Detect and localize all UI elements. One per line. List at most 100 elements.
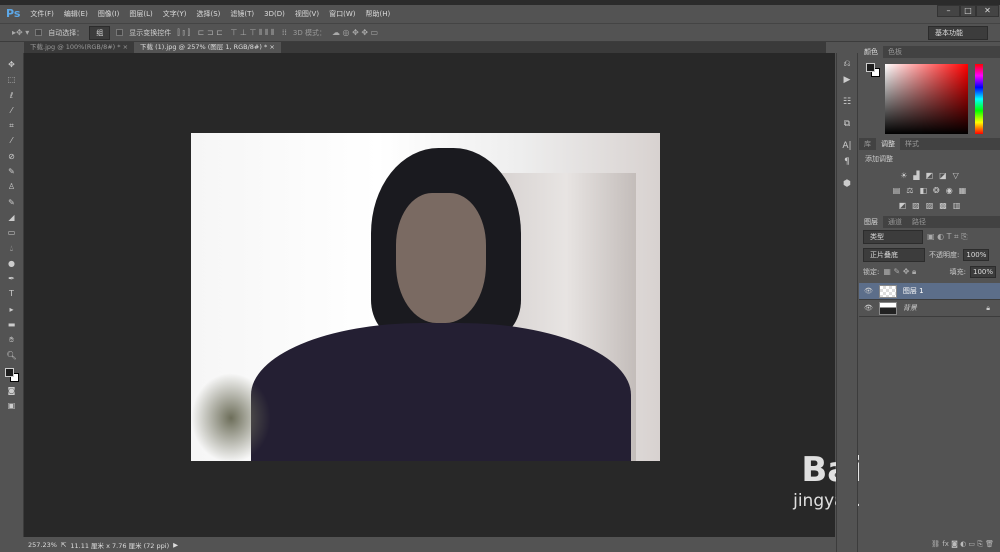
- foreground-swatch[interactable]: [866, 63, 875, 72]
- properties-icon[interactable]: ☷: [843, 97, 851, 113]
- face: [396, 193, 486, 323]
- menu-3d[interactable]: 3D(D): [264, 10, 285, 18]
- layer-row-background[interactable]: 👁︎ 背景 🔒︎: [859, 300, 1000, 317]
- hand-tool-icon[interactable]: ✋︎: [9, 332, 14, 347]
- auto-select-checkbox[interactable]: [35, 29, 43, 36]
- tree: [191, 373, 271, 461]
- type-tool-icon[interactable]: T: [9, 286, 14, 301]
- minimize-button[interactable]: –: [937, 5, 960, 17]
- actions-play-icon[interactable]: ▶: [844, 75, 851, 91]
- layer-row-layer1[interactable]: 👁︎ 图层 1: [859, 283, 1000, 300]
- 3d-cube-icon[interactable]: ⬢: [843, 179, 851, 195]
- history-brush-tool-icon[interactable]: ✎: [8, 195, 15, 210]
- align-icons[interactable]: ⫿ ⫾ ⫿ ⊏ ⊐ ⊏ ⊤ ⊥ ⊤ ⫴ ⫴ ⫴ ⁞⁞: [177, 28, 287, 38]
- menu-select[interactable]: 选择(S): [196, 9, 220, 19]
- fill-input[interactable]: 100%: [969, 266, 996, 278]
- status-bar: 257.23% ⇱ 11.11 厘米 x 7.76 厘米 (72 ppi) ▶: [24, 537, 835, 552]
- layer-filter-dropdown[interactable]: 类型: [863, 230, 923, 244]
- visibility-eye-icon[interactable]: 👁︎: [864, 287, 873, 295]
- layers-footer-icons[interactable]: ⛓ fx ◙ ◐ ▭ ⎘ 🗑︎: [859, 540, 1000, 552]
- menu-window[interactable]: 窗口(W): [329, 9, 355, 19]
- layer-filter-row: 类型 ▣ ◐ T ⌗ ⎘: [859, 228, 1000, 246]
- doc-size: 11.11 厘米 x 7.76 厘米 (72 ppi): [70, 541, 170, 550]
- tab-styles[interactable]: 样式: [900, 138, 924, 150]
- collapsed-panel-strip: ⎌ ▶ ☷ ⧉ A| ¶ ⬢: [836, 53, 858, 552]
- fill-label: 填充:: [949, 268, 966, 276]
- menu-image[interactable]: 图像(I): [98, 9, 120, 19]
- zoom-level[interactable]: 257.23%: [28, 541, 57, 549]
- character-icon[interactable]: A|: [842, 141, 851, 157]
- lasso-tool-icon[interactable]: ℓ: [10, 88, 13, 103]
- show-transform-label: 显示变换控件: [129, 28, 172, 37]
- blend-row: 正片叠底 不透明度: 100%: [859, 246, 1000, 264]
- adjustments-title: 添加调整: [865, 155, 893, 163]
- paragraph-icon[interactable]: ¶: [844, 157, 850, 173]
- layer-thumbnail: [878, 301, 897, 315]
- tab-label: 下载 (1).jpg @ 257% (图层 1, RGB/8#) *: [140, 43, 268, 51]
- color-swatches[interactable]: [4, 367, 20, 383]
- filter-icons[interactable]: ▣ ◐ T ⌗ ⎘: [927, 232, 968, 242]
- tab-adjustments[interactable]: 调整: [876, 138, 900, 150]
- options-bar: ▸✥ ▾ 自动选择： 组 显示变换控件 ⫿ ⫾ ⫿ ⊏ ⊐ ⊏ ⊤ ⊥ ⊤ ⫴ …: [0, 23, 1000, 42]
- move-tool-icon[interactable]: ✥: [8, 57, 15, 72]
- pen-tool-icon[interactable]: ✒: [8, 271, 15, 286]
- gradient-tool-icon[interactable]: ▭: [8, 225, 16, 240]
- adjustment-icons-row[interactable]: ☀ ▟ ◩ ◪ ▽: [859, 168, 1000, 183]
- history-icon[interactable]: ⎌: [843, 59, 850, 75]
- workspace-dropdown[interactable]: 基本功能: [928, 25, 988, 40]
- eyedropper-tool-icon[interactable]: ⁄: [11, 133, 12, 148]
- screen-mode-icon[interactable]: ▣: [8, 398, 16, 413]
- healing-tool-icon[interactable]: ⊘: [8, 149, 15, 164]
- quick-select-tool-icon[interactable]: ⁄: [11, 103, 12, 118]
- tab-paths[interactable]: 路径: [907, 216, 931, 228]
- blend-mode-dropdown[interactable]: 正片叠底: [863, 248, 925, 262]
- hue-slider[interactable]: [975, 64, 983, 134]
- visibility-eye-icon[interactable]: 👁︎: [864, 304, 873, 312]
- tab-close-icon[interactable]: ×: [123, 43, 128, 51]
- ps-logo: Ps: [6, 7, 21, 20]
- 3d-mode-icons[interactable]: ☁ ◎ ✥ ✥ ▭: [332, 28, 378, 37]
- menu-view[interactable]: 视图(V): [295, 9, 319, 19]
- stamp-tool-icon[interactable]: ♙: [8, 179, 15, 194]
- export-icon[interactable]: ⇱: [61, 541, 66, 549]
- menu-file[interactable]: 文件(F): [30, 9, 54, 19]
- tab-label: 下载.jpg @ 100%(RGB/8#) *: [30, 43, 121, 51]
- tab-doc-2[interactable]: 下载 (1).jpg @ 257% (图层 1, RGB/8#) * ×: [134, 42, 281, 53]
- move-tool-icon[interactable]: ▸✥ ▾: [12, 28, 29, 37]
- tab-channels[interactable]: 通道: [883, 216, 907, 228]
- tab-close-icon[interactable]: ×: [269, 43, 274, 51]
- marquee-tool-icon[interactable]: ⬚: [8, 72, 16, 87]
- quick-mask-icon[interactable]: ◙: [8, 383, 16, 398]
- menu-layer[interactable]: 图层(L): [129, 9, 152, 19]
- layer-name: 图层 1: [902, 287, 924, 295]
- path-select-tool-icon[interactable]: ▸: [9, 302, 13, 317]
- color-field[interactable]: [885, 64, 968, 134]
- brush-tool-icon[interactable]: ✎: [8, 164, 15, 179]
- show-transform-checkbox[interactable]: [116, 29, 124, 36]
- tab-swatches[interactable]: 色板: [883, 46, 907, 58]
- maximize-button[interactable]: □: [960, 5, 976, 17]
- close-button[interactable]: ✕: [976, 5, 999, 17]
- tab-doc-1[interactable]: 下载.jpg @ 100%(RGB/8#) * ×: [24, 42, 134, 53]
- eraser-tool-icon[interactable]: ◢: [8, 210, 14, 225]
- menu-help[interactable]: 帮助(H): [365, 9, 390, 19]
- clone-source-icon[interactable]: ⧉: [844, 119, 850, 135]
- adjustment-icons-row[interactable]: ▤ ⚖ ◧ ❂ ◉ ▦: [859, 183, 1000, 198]
- tab-layers[interactable]: 图层: [859, 216, 883, 228]
- menu-edit[interactable]: 编辑(E): [64, 9, 88, 19]
- document-tabs: 下载.jpg @ 100%(RGB/8#) * × 下载 (1).jpg @ 2…: [24, 42, 826, 53]
- tab-libraries[interactable]: 库: [859, 138, 876, 150]
- status-menu-arrow-icon[interactable]: ▶: [173, 541, 178, 549]
- auto-select-dropdown[interactable]: 组: [89, 25, 111, 40]
- tab-color[interactable]: 颜色: [859, 46, 883, 58]
- zoom-tool-icon[interactable]: 🔍︎: [6, 348, 16, 363]
- crop-tool-icon[interactable]: ⌗: [9, 118, 14, 133]
- menu-type[interactable]: 文字(Y): [163, 9, 187, 19]
- dodge-tool-icon[interactable]: ●: [8, 256, 15, 271]
- document-image[interactable]: [191, 133, 660, 461]
- blur-tool-icon[interactable]: 💧︎: [10, 241, 13, 256]
- rectangle-tool-icon[interactable]: ▬: [8, 317, 16, 332]
- lock-icons[interactable]: ▦ ✎ ✥ 🔒︎: [883, 267, 916, 277]
- menu-filter[interactable]: 滤镜(T): [230, 9, 254, 19]
- opacity-input[interactable]: 100%: [963, 249, 990, 261]
